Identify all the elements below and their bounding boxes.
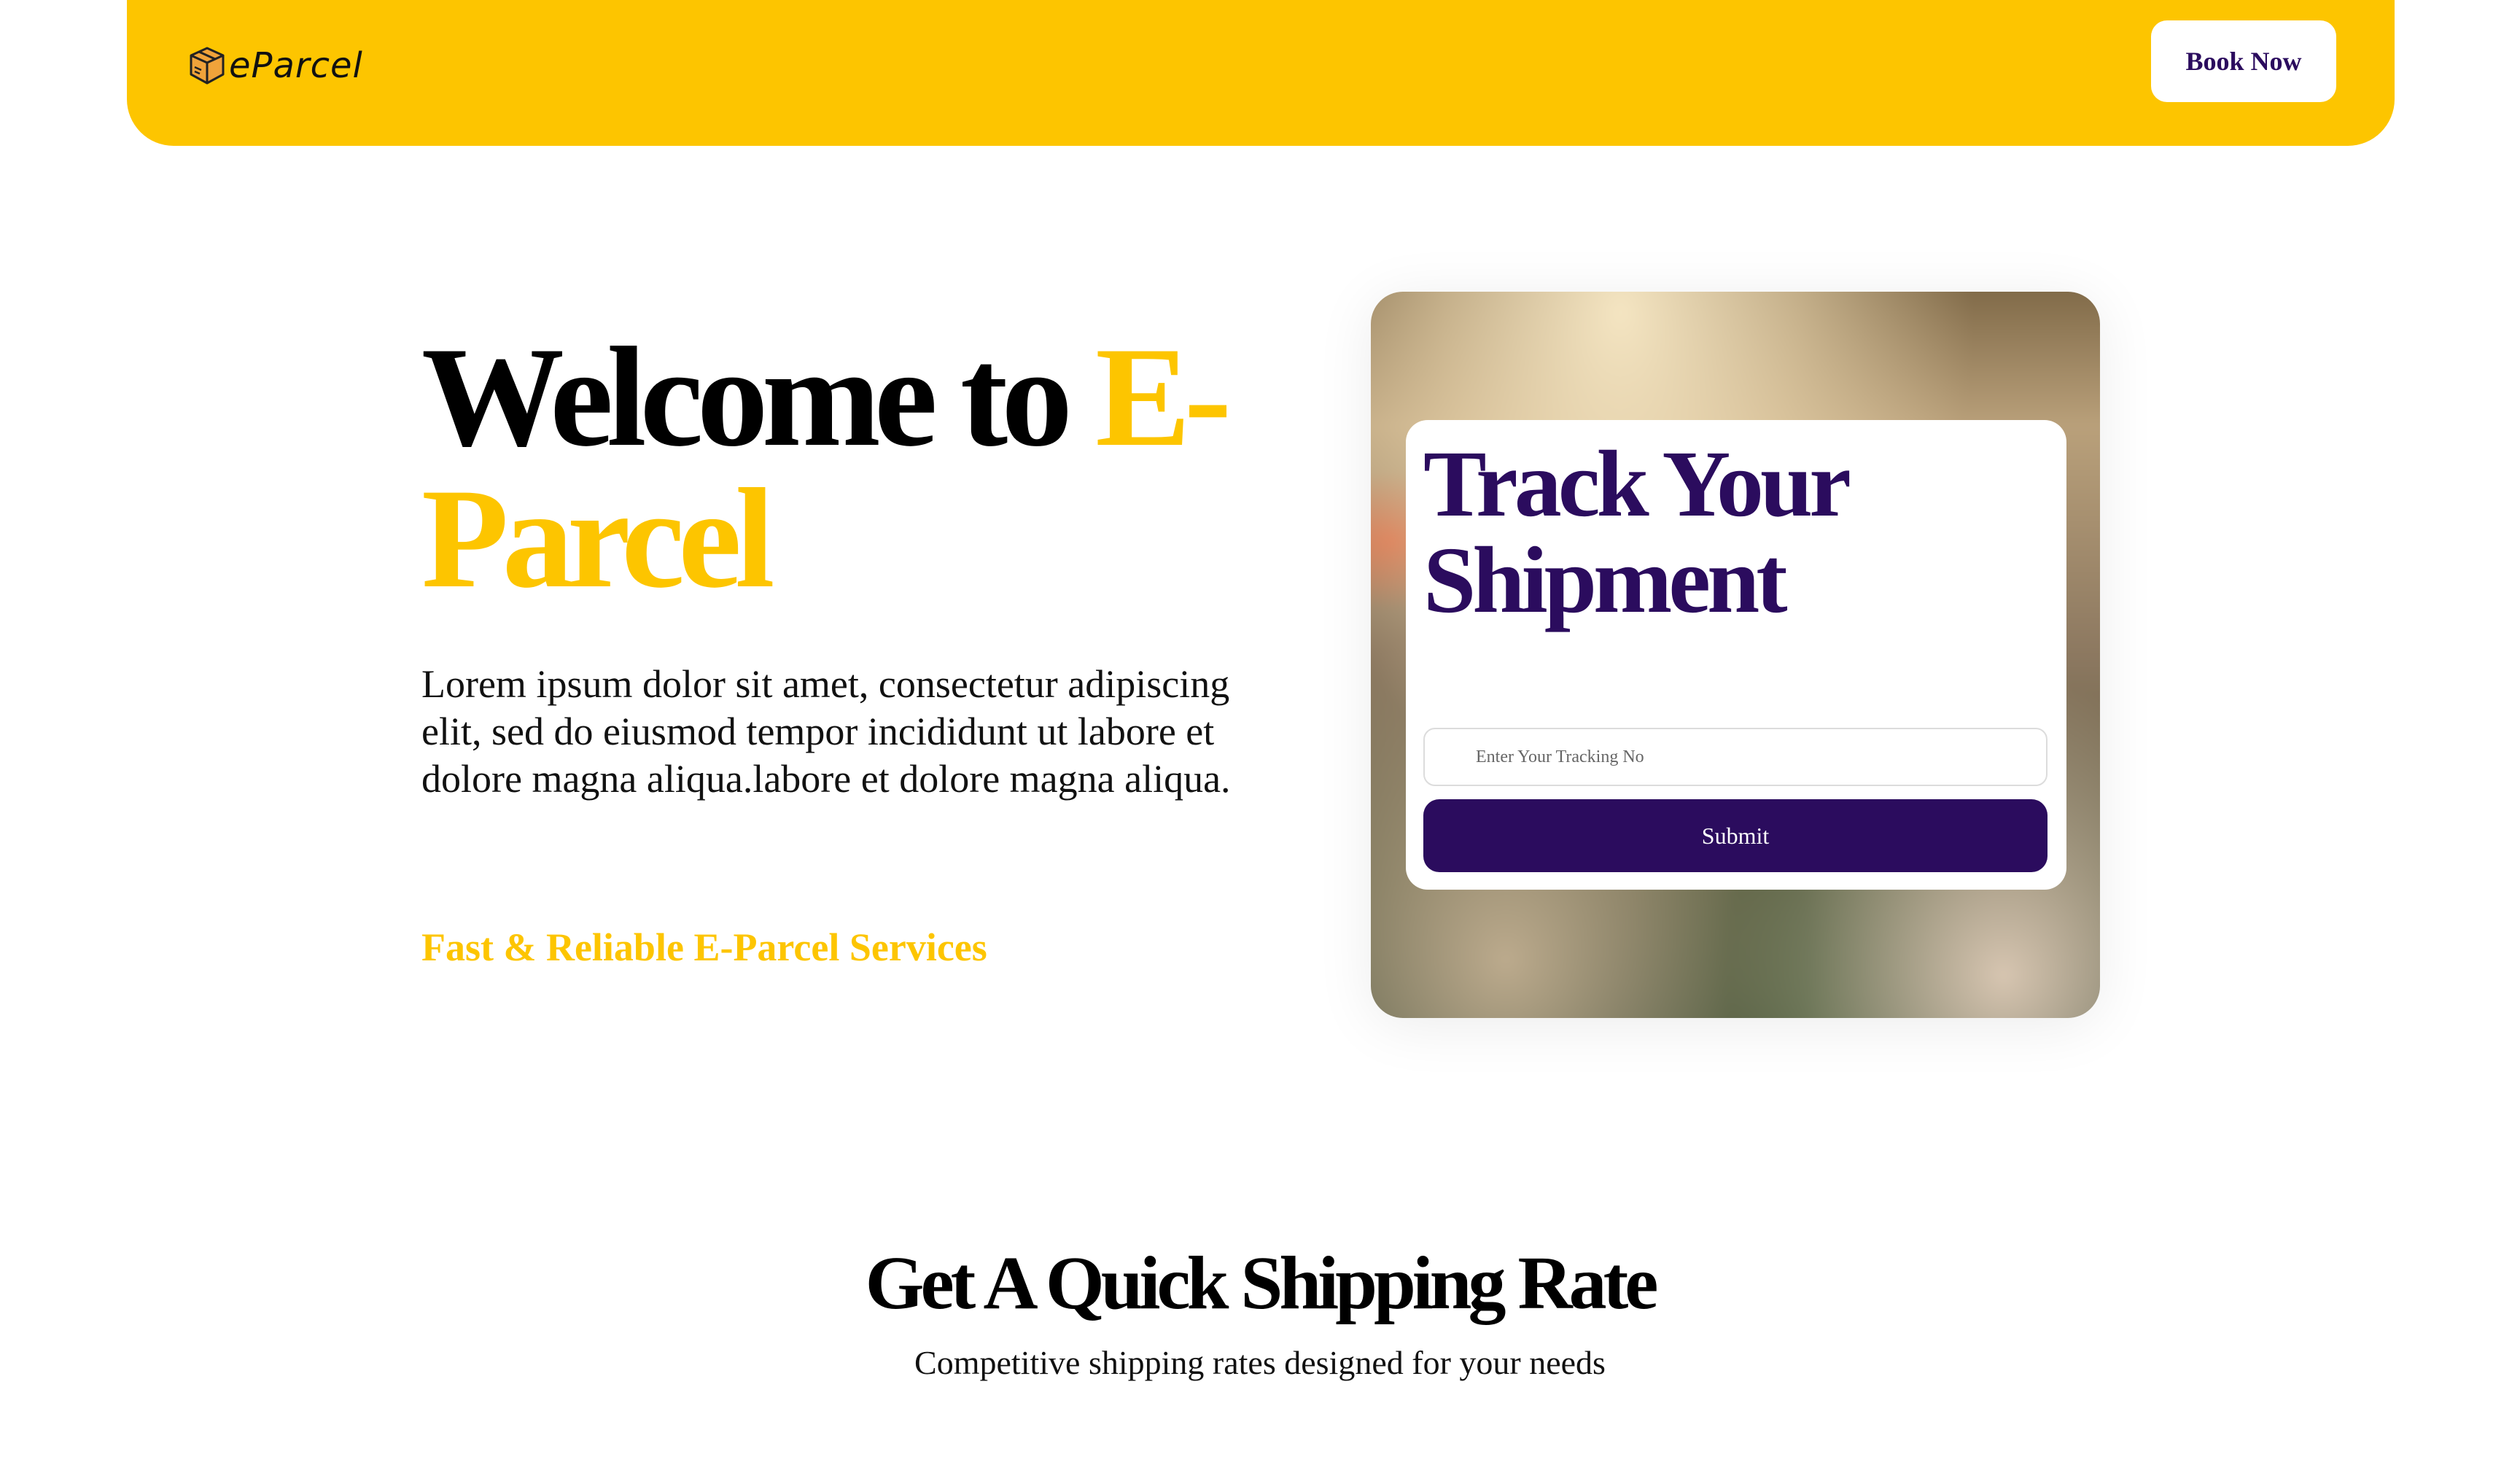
tracking-number-input[interactable] bbox=[1423, 728, 2048, 786]
submit-button[interactable]: Submit bbox=[1423, 799, 2048, 872]
page: eParcel Book Now Welcome to E-Parcel Lor… bbox=[0, 0, 2520, 1457]
track-panel: Track Your Shipment Submit bbox=[1371, 292, 2100, 1018]
hero-description: Lorem ipsum dolor sit amet, consectetur … bbox=[421, 662, 1231, 801]
hero-title: Welcome to E-Parcel bbox=[421, 326, 1296, 610]
track-title: Track Your Shipment bbox=[1423, 432, 1850, 633]
box-icon bbox=[190, 47, 225, 85]
logo[interactable]: eParcel bbox=[188, 42, 363, 89]
track-card: Track Your Shipment Submit bbox=[1406, 420, 2066, 890]
hero-title-prefix: Welcome to bbox=[421, 318, 1096, 476]
logo-text: eParcel bbox=[229, 45, 363, 86]
rates-subtitle: Competitive shipping rates designed for … bbox=[914, 1344, 1606, 1381]
book-now-button[interactable]: Book Now bbox=[2151, 20, 2336, 102]
top-header: eParcel Book Now bbox=[127, 0, 2395, 146]
rates-title: Get A Quick Shipping Rate bbox=[865, 1241, 1659, 1325]
hero-tagline: Fast & Reliable E-Parcel Services bbox=[421, 925, 987, 969]
